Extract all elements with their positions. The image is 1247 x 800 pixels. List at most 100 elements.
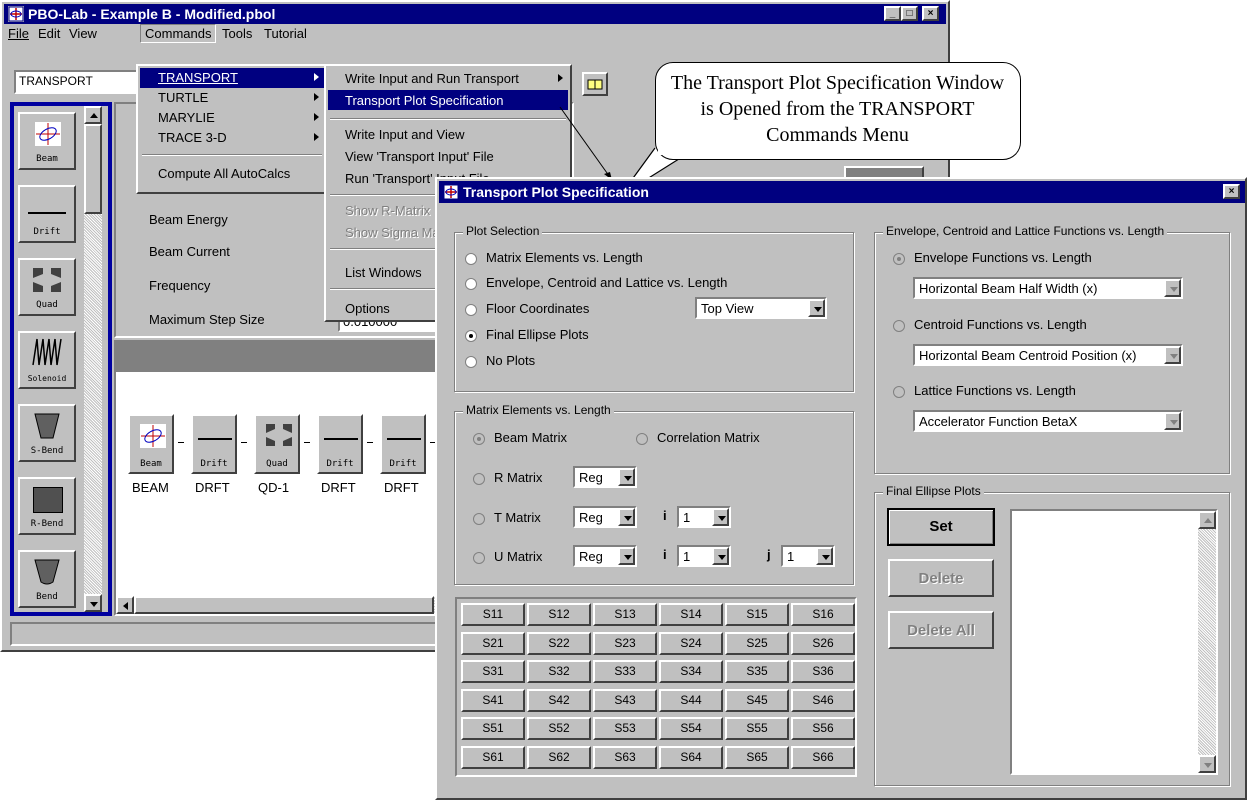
set-button[interactable]: Set bbox=[887, 508, 995, 546]
delete-all-button[interactable]: Delete All bbox=[888, 611, 994, 649]
radio-envelope-functions[interactable] bbox=[893, 253, 905, 265]
matrix-cell-button[interactable]: S22 bbox=[527, 631, 591, 655]
matrix-cell-button[interactable]: S62 bbox=[527, 745, 591, 769]
matrix-cell-button[interactable]: S45 bbox=[725, 688, 789, 712]
toolbox-scroll-up[interactable] bbox=[84, 106, 102, 124]
matrix-cell-button[interactable]: S54 bbox=[659, 717, 723, 740]
submenu-write-run[interactable]: Write Input and Run Transport bbox=[328, 68, 568, 88]
matrix-cell-button[interactable]: S26 bbox=[791, 631, 855, 655]
submenu-view-input[interactable]: View 'Transport Input' File bbox=[328, 146, 568, 166]
chevron-down-icon[interactable] bbox=[808, 299, 825, 317]
radio-floor[interactable] bbox=[465, 304, 477, 316]
hscroll-left[interactable] bbox=[116, 596, 134, 614]
matrix-cell-button[interactable]: S21 bbox=[461, 631, 525, 655]
u-i-select[interactable]: 1 bbox=[677, 545, 731, 567]
chevron-down-icon[interactable] bbox=[1164, 279, 1181, 297]
r-matrix-select[interactable]: Reg bbox=[573, 466, 637, 488]
menu-item-transport[interactable]: TRANSPORT bbox=[140, 68, 324, 88]
matrix-cell-button[interactable]: S44 bbox=[659, 688, 723, 712]
menu-item-marylie[interactable]: MARYLIE bbox=[140, 108, 324, 128]
matrix-cell-button[interactable]: S31 bbox=[461, 660, 525, 683]
floor-view-select[interactable]: Top View bbox=[695, 297, 827, 319]
chevron-down-icon[interactable] bbox=[618, 468, 635, 486]
radio-beam-matrix[interactable] bbox=[473, 433, 485, 445]
radio-no-plots[interactable] bbox=[465, 356, 477, 368]
matrix-cell-button[interactable]: S14 bbox=[659, 603, 723, 626]
menu-item-trace3d[interactable]: TRACE 3-D bbox=[140, 128, 324, 148]
matrix-cell-button[interactable]: S41 bbox=[461, 688, 525, 712]
u-j-select[interactable]: 1 bbox=[781, 545, 835, 567]
matrix-cell-button[interactable]: S34 bbox=[659, 660, 723, 683]
beamline-element-drift[interactable]: Drift bbox=[317, 414, 363, 474]
ellipse-list-scrollbar[interactable] bbox=[1198, 511, 1216, 773]
list-scroll-up[interactable] bbox=[1198, 511, 1216, 529]
matrix-cell-button[interactable]: S15 bbox=[725, 603, 789, 626]
lattice-functions-select[interactable]: Accelerator Function BetaX bbox=[913, 410, 1183, 432]
matrix-cell-button[interactable]: S25 bbox=[725, 631, 789, 655]
matrix-cell-button[interactable]: S32 bbox=[527, 660, 591, 683]
chevron-down-icon[interactable] bbox=[618, 508, 635, 526]
beamline-element-beam[interactable]: Beam bbox=[128, 414, 174, 474]
delete-button[interactable]: Delete bbox=[888, 559, 994, 597]
radio-u-matrix[interactable] bbox=[473, 552, 485, 564]
matrix-cell-button[interactable]: S11 bbox=[461, 603, 525, 626]
menu-tutorial[interactable]: Tutorial bbox=[264, 26, 307, 41]
toolbox-drift[interactable]: Drift bbox=[18, 185, 76, 243]
matrix-cell-button[interactable]: S51 bbox=[461, 717, 525, 740]
menu-edit[interactable]: Edit bbox=[38, 26, 60, 41]
book-button[interactable] bbox=[582, 72, 608, 96]
matrix-cell-button[interactable]: S52 bbox=[527, 717, 591, 740]
submenu-write-view[interactable]: Write Input and View bbox=[328, 124, 568, 144]
toolbox-quad[interactable]: Quad bbox=[18, 258, 76, 316]
envelope-functions-select[interactable]: Horizontal Beam Half Width (x) bbox=[913, 277, 1183, 299]
minimize-button[interactable]: _ bbox=[884, 6, 901, 21]
matrix-cell-button[interactable]: S42 bbox=[527, 688, 591, 712]
toolbox-bend[interactable]: Bend bbox=[18, 550, 76, 608]
matrix-cell-button[interactable]: S36 bbox=[791, 660, 855, 683]
toolbox-scroll-down[interactable] bbox=[84, 594, 102, 612]
toolbox-sbend[interactable]: S-Bend bbox=[18, 404, 76, 462]
dialog-close-button[interactable]: × bbox=[1223, 184, 1240, 199]
matrix-cell-button[interactable]: S16 bbox=[791, 603, 855, 626]
matrix-cell-button[interactable]: S35 bbox=[725, 660, 789, 683]
radio-centroid-functions[interactable] bbox=[893, 320, 905, 332]
matrix-cell-button[interactable]: S24 bbox=[659, 631, 723, 655]
beamline-element-drift[interactable]: Drift bbox=[191, 414, 237, 474]
toolbox-rbend[interactable]: R-Bend bbox=[18, 477, 76, 535]
chevron-down-icon[interactable] bbox=[712, 547, 729, 565]
beamline-element-quad[interactable]: Quad bbox=[254, 414, 300, 474]
matrix-cell-button[interactable]: S61 bbox=[461, 745, 525, 769]
chevron-down-icon[interactable] bbox=[1164, 412, 1181, 430]
toolbox-scroll-thumb[interactable] bbox=[84, 124, 102, 214]
centroid-functions-select[interactable]: Horizontal Beam Centroid Position (x) bbox=[913, 344, 1183, 366]
chevron-down-icon[interactable] bbox=[712, 508, 729, 526]
radio-matrix-elements[interactable] bbox=[465, 253, 477, 265]
hscroll-thumb[interactable] bbox=[134, 596, 434, 614]
radio-final-ellipse[interactable] bbox=[465, 330, 477, 342]
u-matrix-select[interactable]: Reg bbox=[573, 545, 637, 567]
close-button[interactable]: × bbox=[922, 6, 939, 21]
menu-file[interactable]: File bbox=[8, 26, 29, 41]
beamline-element-drift[interactable]: Drift bbox=[380, 414, 426, 474]
radio-t-matrix[interactable] bbox=[473, 513, 485, 525]
matrix-cell-button[interactable]: S64 bbox=[659, 745, 723, 769]
toolbox-solenoid[interactable]: Solenoid bbox=[18, 331, 76, 389]
radio-correlation-matrix[interactable] bbox=[636, 433, 648, 445]
t-i-select[interactable]: 1 bbox=[677, 506, 731, 528]
menu-tools[interactable]: Tools bbox=[222, 26, 252, 41]
matrix-cell-button[interactable]: S33 bbox=[593, 660, 657, 683]
matrix-cell-button[interactable]: S46 bbox=[791, 688, 855, 712]
code-combo[interactable]: TRANSPORT bbox=[14, 70, 144, 94]
matrix-cell-button[interactable]: S13 bbox=[593, 603, 657, 626]
chevron-down-icon[interactable] bbox=[618, 547, 635, 565]
menu-item-compute-autocalcs[interactable]: Compute All AutoCalcs bbox=[140, 162, 324, 184]
menu-view[interactable]: View bbox=[69, 26, 97, 41]
ellipse-plots-list[interactable] bbox=[1010, 509, 1218, 775]
matrix-cell-button[interactable]: S55 bbox=[725, 717, 789, 740]
radio-lattice-functions[interactable] bbox=[893, 386, 905, 398]
matrix-cell-button[interactable]: S63 bbox=[593, 745, 657, 769]
list-scroll-down[interactable] bbox=[1198, 755, 1216, 773]
chevron-down-icon[interactable] bbox=[1164, 346, 1181, 364]
t-matrix-select[interactable]: Reg bbox=[573, 506, 637, 528]
matrix-cell-button[interactable]: S12 bbox=[527, 603, 591, 626]
